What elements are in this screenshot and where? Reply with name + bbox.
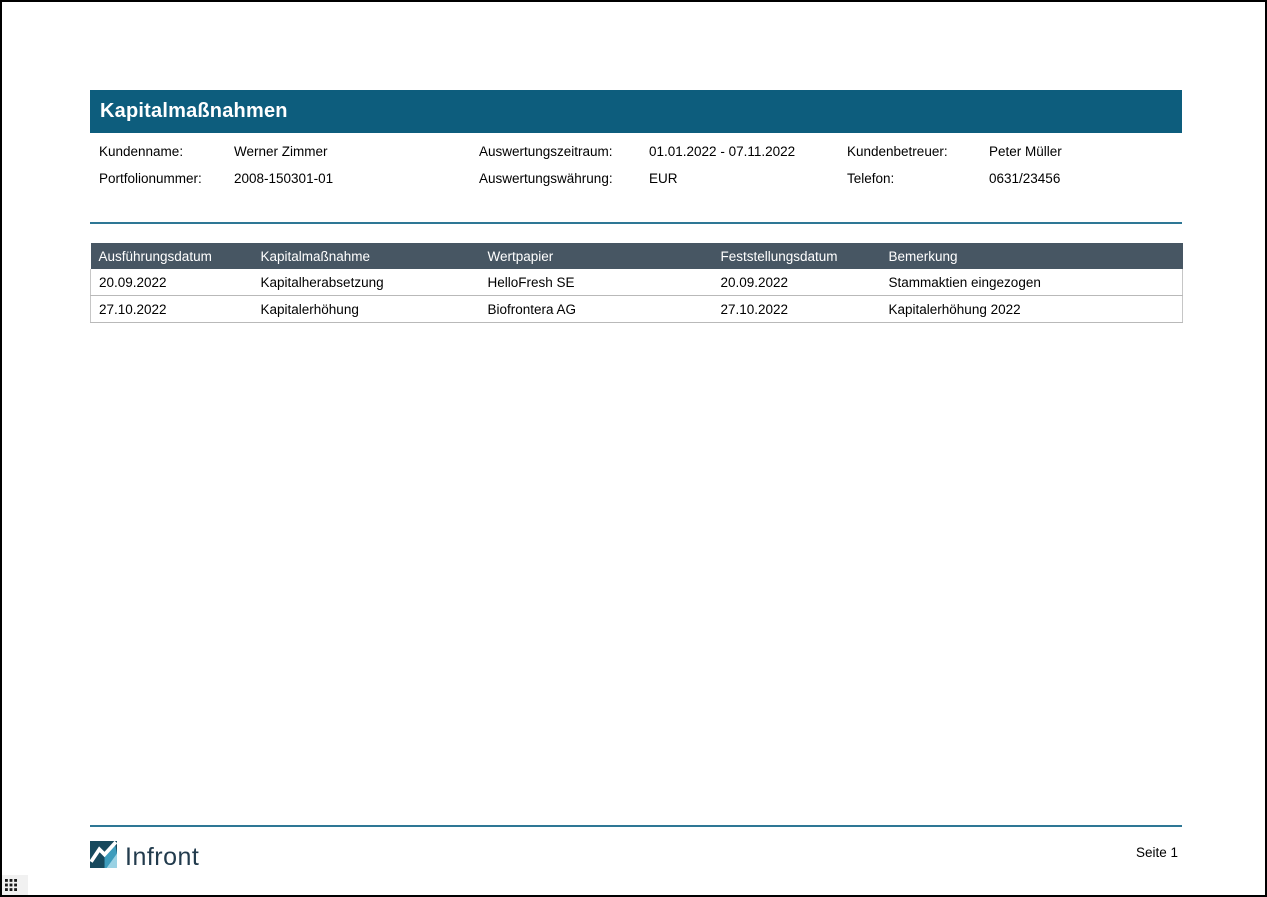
info-value-telefon: 0631/23456 — [989, 170, 1060, 187]
infront-logo-icon — [90, 841, 117, 873]
info-label-portfolionummer: Portfolionummer: — [99, 170, 202, 187]
table-cell: 20.09.2022 — [713, 269, 881, 296]
info-value-portfolionummer: 2008-150301-01 — [234, 170, 333, 187]
info-label-telefon: Telefon: — [847, 170, 894, 187]
info-label-kundenname: Kundenname: — [99, 143, 183, 160]
grid-handle[interactable] — [2, 875, 28, 895]
table-cell: HelloFresh SE — [480, 269, 713, 296]
info-label-kundenbetreuer: Kundenbetreuer: — [847, 143, 948, 160]
info-value-kundenbetreuer: Peter Müller — [989, 143, 1062, 160]
info-value-kundenname: Werner Zimmer — [234, 143, 328, 160]
table-cell: Stammaktien eingezogen — [881, 269, 1183, 296]
header-separator-rule — [90, 222, 1182, 224]
info-label-auswertungswaehrung: Auswertungswährung: — [479, 170, 613, 187]
table-cell: Kapitalerhöhung 2022 — [881, 296, 1183, 323]
column-header-bemerkung: Bemerkung — [881, 243, 1183, 269]
table-cell: Kapitalerhöhung — [253, 296, 480, 323]
column-header-feststellungsdatum: Feststellungsdatum — [713, 243, 881, 269]
footer-separator-rule — [90, 825, 1182, 827]
table-cell: 27.10.2022 — [91, 296, 253, 323]
table-cell: 20.09.2022 — [91, 269, 253, 296]
info-value-auswertungszeitraum: 01.01.2022 - 07.11.2022 — [649, 143, 795, 160]
page-number: Seite 1 — [1136, 845, 1178, 860]
table-cell: Biofrontera AG — [480, 296, 713, 323]
table-cell: Kapitalherabsetzung — [253, 269, 480, 296]
column-header-wertpapier: Wertpapier — [480, 243, 713, 269]
column-header-ausfuehrungsdatum: Ausführungsdatum — [91, 243, 253, 269]
info-label-auswertungszeitraum: Auswertungszeitraum: — [479, 143, 613, 160]
page-title: Kapitalmaßnahmen — [100, 100, 288, 123]
report-title-bar: Kapitalmaßnahmen — [90, 90, 1182, 133]
column-header-kapitalmassnahme: Kapitalmaßnahme — [253, 243, 480, 269]
table-cell: 27.10.2022 — [713, 296, 881, 323]
table-row: 20.09.2022 Kapitalherabsetzung HelloFres… — [91, 269, 1183, 296]
table-row: 27.10.2022 Kapitalerhöhung Biofrontera A… — [91, 296, 1183, 323]
info-value-auswertungswaehrung: EUR — [649, 170, 678, 187]
infront-logo: Infront — [90, 841, 199, 873]
brand-wordmark: Infront — [125, 844, 199, 871]
capital-actions-table: Ausführungsdatum Kapitalmaßnahme Wertpap… — [90, 243, 1183, 323]
table-header-row: Ausführungsdatum Kapitalmaßnahme Wertpap… — [91, 243, 1183, 269]
report-page: Kapitalmaßnahmen Kundenname: Werner Zimm… — [0, 0, 1267, 897]
grid-handle-icon — [2, 879, 17, 891]
